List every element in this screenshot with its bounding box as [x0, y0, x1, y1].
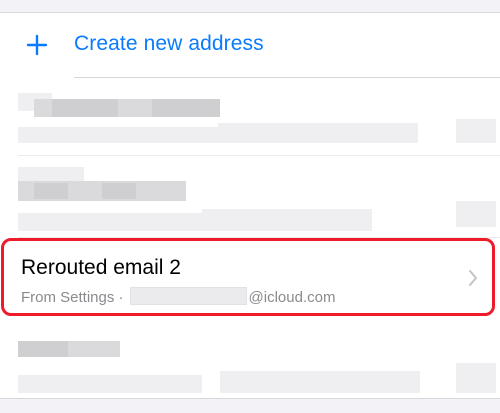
address-item-subtitle: From Settings · @icloud.com [21, 287, 335, 306]
bottom-separator [0, 398, 500, 413]
blurred-address-item[interactable] [0, 161, 500, 237]
blurred-address-item[interactable] [0, 83, 500, 155]
divider [74, 77, 500, 78]
create-new-address-label: Create new address [74, 32, 264, 55]
top-separator [0, 0, 500, 13]
address-item-title: Rerouted email 2 [21, 256, 181, 279]
chevron-right-icon [469, 270, 477, 286]
address-domain: @icloud.com [248, 289, 336, 306]
redacted-email-local-part [129, 287, 247, 305]
create-new-address-button[interactable]: Create new address [0, 13, 500, 77]
address-item-rerouted-email-2[interactable]: Rerouted email 2 From Settings · @icloud.… [1, 238, 495, 316]
divider [18, 155, 500, 156]
address-source: From Settings · [21, 289, 124, 306]
plus-icon [26, 34, 48, 56]
blurred-address-item[interactable] [0, 329, 500, 399]
address-list: Create new address [0, 13, 500, 398]
